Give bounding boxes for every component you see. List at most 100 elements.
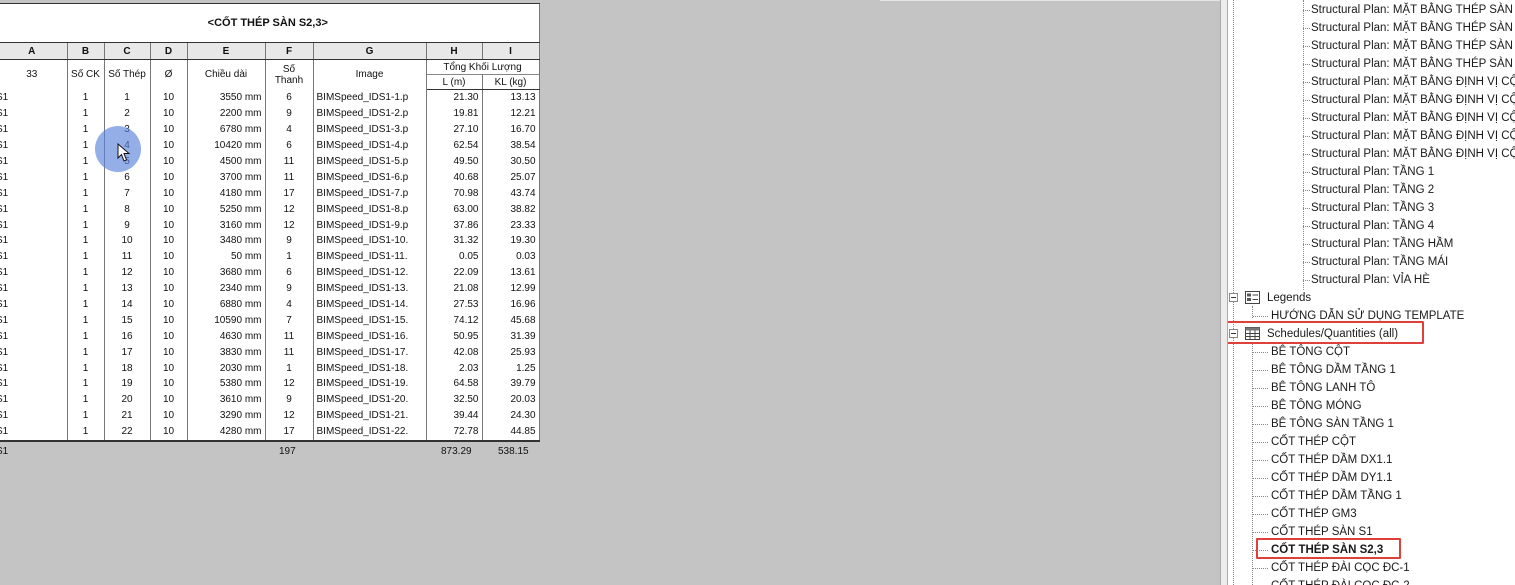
cell-e[interactable]: 50 mm [187,248,266,265]
cell-c[interactable]: 7 [104,185,151,202]
cell-e[interactable]: 4630 mm [187,328,266,345]
cell-i[interactable]: 45.68 [482,312,540,329]
cell-f[interactable]: 17 [265,423,314,441]
cell-d[interactable]: 10 [150,376,188,392]
table-row[interactable]: S112102200 mm9BIMSpeed_IDS1-2.p19.8112.2… [0,105,540,122]
column-letter[interactable]: I [482,42,540,60]
cell-a[interactable]: S1 [0,376,68,392]
cell-f[interactable]: 17 [265,185,314,202]
cell-i[interactable]: 24.30 [482,407,540,424]
tree-item-schedule[interactable]: CỐT THÉP DẦM DX1.1 [1253,451,1392,469]
cell-b[interactable]: 1 [67,264,105,281]
cell-h[interactable]: 27.53 [426,296,483,313]
cell-d[interactable]: 10 [150,344,188,361]
cell-c[interactable]: 14 [104,296,151,313]
cell-f[interactable]: 12 [265,217,314,234]
cell-c[interactable]: 16 [104,328,151,345]
cell-d[interactable]: 10 [150,233,188,249]
cell-i[interactable]: 23.33 [482,217,540,234]
cell-d[interactable]: 10 [150,407,188,424]
table-row[interactable]: S1141010420 mm6BIMSpeed_IDS1-4.p62.5438.… [0,137,540,154]
cell-f[interactable]: 7 [265,312,314,329]
table-row[interactable]: S116103700 mm11BIMSpeed_IDS1-6.p40.6825.… [0,169,540,186]
collapse-toggle-icon[interactable] [1229,293,1238,302]
cell-a[interactable]: S1 [0,121,68,138]
cell-g[interactable]: BIMSpeed_IDS1-18. [313,360,427,377]
table-row[interactable]: S1118102030 mm1BIMSpeed_IDS1-18.2.031.25 [0,360,540,377]
cell-c[interactable]: 13 [104,280,151,297]
cell-h[interactable]: 19.81 [426,105,483,122]
table-row[interactable]: S1110103480 mm9BIMSpeed_IDS1-10.31.3219.… [0,233,540,249]
cell-d[interactable]: 10 [150,296,188,313]
cell-a[interactable]: S1 [0,360,68,377]
cell-c[interactable]: 19 [104,376,151,392]
cell-b[interactable]: 1 [67,201,105,218]
cell-i[interactable]: 19.30 [482,233,540,249]
cell-f[interactable]: 4 [265,296,314,313]
cell-g[interactable]: BIMSpeed_IDS1-19. [313,376,427,392]
cell-i[interactable]: 0.03 [482,248,540,265]
cell-h[interactable]: 39.44 [426,407,483,424]
cell-h[interactable]: 63.00 [426,201,483,218]
cell-d[interactable]: 10 [150,328,188,345]
tree-item-schedule[interactable]: BÊ TÔNG DẦM TẦNG 1 [1253,361,1396,379]
cell-f[interactable]: 9 [265,391,314,408]
cell-b[interactable]: 1 [67,312,105,329]
cell-c[interactable]: 8 [104,201,151,218]
cell-e[interactable]: 10590 mm [187,312,266,329]
cell-i[interactable]: 25.93 [482,344,540,361]
cell-a[interactable]: S1 [0,328,68,345]
cell-a[interactable]: S1 [0,423,68,441]
cell-h[interactable]: 32.50 [426,391,483,408]
cell-b[interactable]: 1 [67,185,105,202]
cell-a[interactable]: S1 [0,296,68,313]
cell-c[interactable]: 2 [104,105,151,122]
cell-c[interactable]: 12 [104,264,151,281]
cell-i[interactable]: 13.61 [482,264,540,281]
cell-g[interactable]: BIMSpeed_IDS1-20. [313,391,427,408]
cell-a[interactable]: S1 [0,153,68,170]
tree-item-structural-plan[interactable]: Structural Plan: TẦNG 4 [1303,217,1434,235]
cell-h[interactable]: 2.03 [426,360,483,377]
cell-e[interactable]: 3830 mm [187,344,266,361]
cell-h[interactable]: 42.08 [426,344,483,361]
cell-g[interactable]: BIMSpeed_IDS1-11. [313,248,427,265]
cell-h[interactable]: 40.68 [426,169,483,186]
table-row[interactable]: S1121103290 mm12BIMSpeed_IDS1-21.39.4424… [0,407,540,424]
cell-g[interactable]: BIMSpeed_IDS1-5.p [313,153,427,170]
cell-h[interactable]: 50.95 [426,328,483,345]
tree-item-schedule[interactable]: CỐT THÉP ĐÀI CỌC ĐC-1 [1253,559,1410,577]
column-letter[interactable]: H [426,42,483,60]
tree-item-schedule[interactable]: CỐT THÉP GM3 [1253,505,1357,523]
cell-a[interactable]: S1 [0,89,68,106]
cell-g[interactable]: BIMSpeed_IDS1-8.p [313,201,427,218]
cell-g[interactable]: BIMSpeed_IDS1-1.p [313,89,427,106]
cell-e[interactable]: 4280 mm [187,423,266,441]
tree-item-structural-plan[interactable]: Structural Plan: MẶT BẰNG ĐỊNH VỊ CỘ [1303,109,1515,127]
cell-g[interactable]: BIMSpeed_IDS1-7.p [313,185,427,202]
cell-i[interactable]: 16.70 [482,121,540,138]
tree-item-structural-plan[interactable]: Structural Plan: TẦNG 3 [1303,199,1434,217]
cell-a[interactable]: S1 [0,233,68,249]
tree-item-schedule[interactable]: CỐT THÉP ĐÀI CỌC ĐC-2 [1271,577,1410,585]
cell-c[interactable]: 20 [104,391,151,408]
cell-e[interactable]: 3480 mm [187,233,266,249]
cell-b[interactable]: 1 [67,328,105,345]
cell-e[interactable]: 10420 mm [187,137,266,154]
cell-d[interactable]: 10 [150,185,188,202]
column-letter[interactable]: F [265,42,314,60]
cell-d[interactable]: 10 [150,391,188,408]
cell-e[interactable]: 3290 mm [187,407,266,424]
cell-b[interactable]: 1 [67,407,105,424]
cell-c[interactable]: 15 [104,312,151,329]
cell-d[interactable]: 10 [150,280,188,297]
cell-e[interactable]: 4500 mm [187,153,266,170]
table-row[interactable]: S113106780 mm4BIMSpeed_IDS1-3.p27.1016.7… [0,121,540,138]
cell-g[interactable]: BIMSpeed_IDS1-17. [313,344,427,361]
cell-g[interactable]: BIMSpeed_IDS1-15. [313,312,427,329]
cell-h[interactable]: 74.12 [426,312,483,329]
cell-e[interactable]: 5250 mm [187,201,266,218]
tree-item-structural-plan[interactable]: Structural Plan: MẶT BẰNG ĐỊNH VỊ CỘ [1303,73,1515,91]
tree-item-structural-plan[interactable]: Structural Plan: TẦNG 1 [1303,163,1434,181]
cell-f[interactable]: 4 [265,121,314,138]
